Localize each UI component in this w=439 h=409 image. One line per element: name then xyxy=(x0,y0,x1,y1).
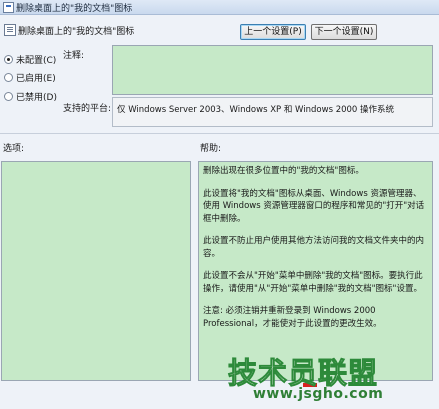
radio-not-configured[interactable]: 未配置(C) xyxy=(4,53,56,66)
radio-enabled-label: 已启用(E) xyxy=(16,74,56,84)
options-panel xyxy=(1,161,191,381)
help-paragraph: 删除出现在很多位置中的"我的文档"图标。 xyxy=(203,166,364,176)
radio-disabled-label: 已禁用(D) xyxy=(16,93,57,103)
options-label: 选项: xyxy=(3,144,25,154)
policy-title: 删除桌面上的"我的文档"图标 xyxy=(18,27,135,37)
policy-setting-icon xyxy=(4,24,16,36)
help-panel: 删除出现在很多位置中的"我的文档"图标。 此设置将"我的文档"图标从桌面、Win… xyxy=(198,161,433,381)
radio-dot-icon[interactable] xyxy=(4,92,13,101)
title-bar: 删除桌面上的"我的文档"图标 xyxy=(0,0,439,15)
next-setting-button[interactable]: 下一个设置(N) xyxy=(311,24,377,40)
policy-window-icon xyxy=(3,2,14,13)
radio-enabled[interactable]: 已启用(E) xyxy=(4,71,56,84)
supported-on-field: 仅 Windows Server 2003、Windows XP 和 Windo… xyxy=(112,97,433,127)
radio-dot-icon[interactable] xyxy=(4,73,13,82)
radio-not-configured-label: 未配置(C) xyxy=(16,56,57,66)
window-title: 删除桌面上的"我的文档"图标 xyxy=(16,4,133,14)
help-paragraph: 此设置将"我的文档"图标从桌面、Windows 资源管理器、使用 Windows… xyxy=(203,188,425,224)
radio-disabled[interactable]: 已禁用(D) xyxy=(4,90,57,103)
radio-dot-icon[interactable] xyxy=(4,55,13,64)
comment-label: 注释: xyxy=(63,51,85,61)
help-paragraph: 此设置不会从"开始"菜单中删除"我的文档"图标。要执行此操作，请使用"从"开始"… xyxy=(203,271,423,294)
previous-setting-button[interactable]: 上一个设置(P) xyxy=(240,24,306,40)
help-paragraph: 注意: 必须注销并重新登录到 Windows 2000 Professional… xyxy=(203,306,382,329)
help-paragraph: 此设置不防止用户使用其他方法访问我的文档文件夹中的内容。 xyxy=(203,236,425,259)
supported-on-label: 支持的平台: xyxy=(63,104,112,114)
divider xyxy=(0,133,439,134)
help-label: 帮助: xyxy=(200,144,222,154)
watermark-url: www.jsgho.com xyxy=(253,386,384,402)
comment-field[interactable] xyxy=(112,45,433,95)
